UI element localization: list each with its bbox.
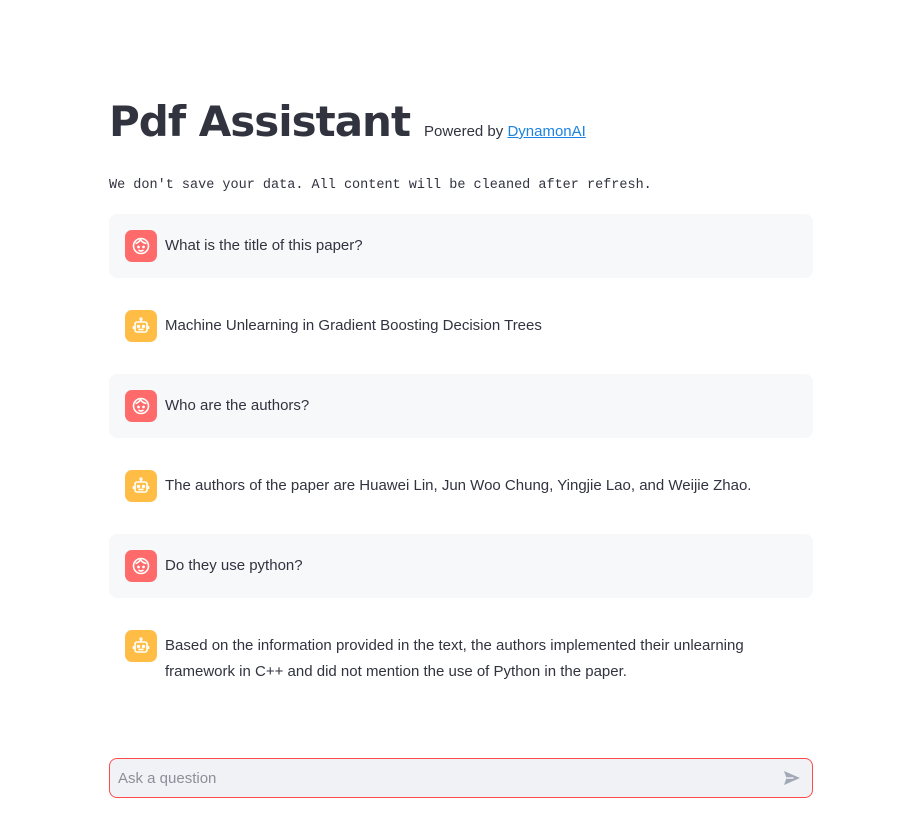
chat-message-user: Who are the authors? xyxy=(109,374,813,438)
message-text: Based on the information provided in the… xyxy=(165,637,744,680)
privacy-notice: We don't save your data. All content wil… xyxy=(109,178,652,193)
robot-icon xyxy=(125,630,157,662)
chat-input[interactable] xyxy=(110,758,772,798)
robot-icon xyxy=(125,310,157,342)
message-text: The authors of the paper are Huawei Lin,… xyxy=(165,477,752,494)
send-button[interactable] xyxy=(772,759,812,797)
message-text: Who are the authors? xyxy=(165,397,310,414)
powered-by-prefix: Powered by xyxy=(424,123,508,140)
chat-message-assistant: The authors of the paper are Huawei Lin,… xyxy=(109,454,813,518)
user-face-icon xyxy=(125,230,157,262)
user-face-icon xyxy=(125,550,157,582)
chat-input-container xyxy=(109,758,813,798)
message-text: What is the title of this paper? xyxy=(165,237,363,254)
dynamonai-link[interactable]: DynamonAI xyxy=(507,123,585,140)
message-text: Do they use python? xyxy=(165,557,303,574)
chat-message-assistant: Machine Unlearning in Gradient Boosting … xyxy=(109,294,813,358)
page-header: Pdf Assistant Powered by DynamonAI xyxy=(109,96,586,148)
user-face-icon xyxy=(125,390,157,422)
message-text: Machine Unlearning in Gradient Boosting … xyxy=(165,317,542,334)
app-root: Pdf Assistant Powered by DynamonAI We do… xyxy=(0,0,902,834)
chat-message-assistant: Based on the information provided in the… xyxy=(109,614,813,701)
chat-messages: What is the title of this paper? Machine… xyxy=(109,214,813,717)
powered-by: Powered by DynamonAI xyxy=(424,123,586,140)
chat-message-user: What is the title of this paper? xyxy=(109,214,813,278)
page-title: Pdf Assistant xyxy=(109,97,411,146)
robot-icon xyxy=(125,470,157,502)
send-icon xyxy=(784,771,800,785)
chat-message-user: Do they use python? xyxy=(109,534,813,598)
